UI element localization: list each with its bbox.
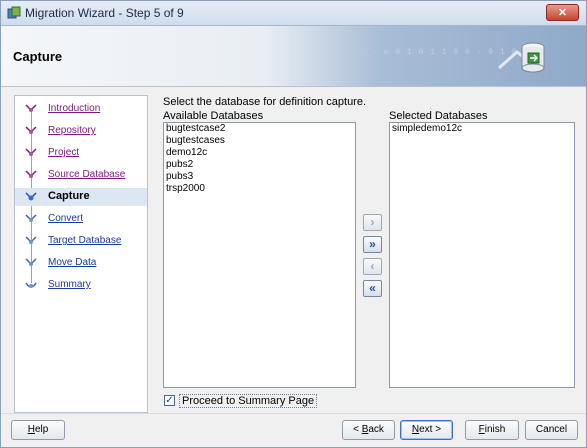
migration-wizard-window: Migration Wizard - Step 5 of 9 ✕ Capture…: [0, 0, 587, 448]
available-databases-label: Available Databases: [163, 110, 264, 122]
step-label: Repository: [48, 125, 96, 136]
selected-databases-label: Selected Databases: [389, 110, 488, 122]
help-label: elp: [34, 424, 49, 435]
step-repository[interactable]: Repository: [15, 122, 147, 140]
back-button[interactable]: < Back: [342, 420, 395, 440]
proceed-to-summary-label[interactable]: Proceed to Summary Page: [179, 394, 318, 408]
next-button[interactable]: Next >: [400, 420, 453, 440]
pending-step-icon: [25, 236, 37, 244]
wizard-steps-panel: Introduction Repository Project Source D…: [14, 95, 148, 413]
step-introduction[interactable]: Introduction: [15, 100, 147, 118]
step-label: Move Data: [48, 257, 97, 268]
available-databases-list[interactable]: bugtestcase2 bugtestcases demo12c pubs2 …: [163, 122, 356, 388]
list-item[interactable]: bugtestcases: [164, 135, 355, 147]
completed-step-icon: [25, 126, 37, 134]
finish-label: inish: [484, 424, 506, 435]
migration-wizard-icon: [7, 6, 21, 19]
list-item[interactable]: bugtestcase2: [164, 123, 355, 135]
remove-all-button[interactable]: «: [363, 280, 382, 297]
add-all-button[interactable]: »: [363, 236, 382, 253]
instruction-text: Select the database for definition captu…: [163, 96, 367, 108]
help-button[interactable]: Help: [11, 420, 65, 440]
step-summary[interactable]: Summary: [15, 276, 147, 294]
list-item[interactable]: pubs2: [164, 159, 355, 171]
step-label: Summary: [48, 279, 91, 290]
wizard-header: Capture · · · o 0 1 0 1 1 0 0 · 0 1 0 1 …: [1, 26, 586, 87]
title-bar: Migration Wizard - Step 5 of 9 ✕: [1, 1, 586, 26]
step-label: Introduction: [48, 103, 101, 114]
step-convert[interactable]: Convert: [15, 210, 147, 228]
finish-button[interactable]: Finish: [465, 420, 519, 440]
current-step-icon: [25, 192, 37, 201]
cancel-button[interactable]: Cancel: [525, 420, 578, 440]
step-source-database[interactable]: Source Database: [15, 166, 147, 184]
step-capture[interactable]: Capture: [15, 188, 147, 206]
step-label: Source Database: [48, 169, 126, 180]
step-move-data[interactable]: Move Data: [15, 254, 147, 272]
completed-step-icon: [25, 170, 37, 178]
proceed-to-summary-checkbox[interactable]: ✓: [164, 395, 175, 406]
help-mnemonic: H: [27, 424, 35, 435]
add-selected-button[interactable]: ›: [363, 214, 382, 231]
back-label: ack: [368, 424, 384, 435]
remove-selected-button[interactable]: ‹: [363, 258, 382, 275]
back-prefix: <: [353, 424, 362, 435]
footer-divider: [1, 413, 586, 414]
pending-step-icon: [25, 258, 37, 266]
completed-step-icon: [25, 104, 37, 112]
pending-step-icon: [25, 282, 37, 288]
selected-databases-list[interactable]: simpledemo12c: [389, 122, 575, 388]
step-label: Capture: [48, 190, 90, 202]
list-item[interactable]: pubs3: [164, 171, 355, 183]
page-title: Capture: [13, 49, 63, 64]
list-item[interactable]: demo12c: [164, 147, 355, 159]
next-label: ext >: [419, 424, 442, 435]
completed-step-icon: [25, 148, 37, 156]
close-button[interactable]: ✕: [546, 4, 579, 21]
database-icon: [498, 42, 545, 73]
step-label: Project: [48, 147, 80, 158]
step-target-database[interactable]: Target Database: [15, 232, 147, 250]
step-label: Convert: [48, 213, 84, 224]
pending-step-icon: [25, 214, 37, 222]
window-title: Migration Wizard - Step 5 of 9: [25, 6, 184, 20]
step-label: Target Database: [48, 235, 122, 246]
step-project[interactable]: Project: [15, 144, 147, 162]
list-item[interactable]: trsp2000: [164, 183, 355, 195]
list-item[interactable]: simpledemo12c: [390, 123, 574, 135]
